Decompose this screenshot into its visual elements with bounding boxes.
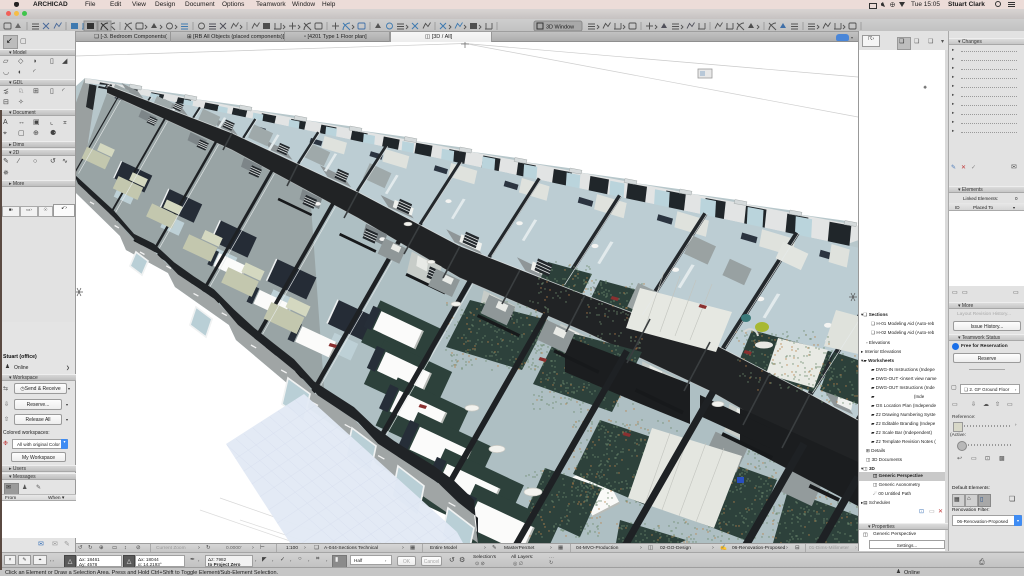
svg-text:3D Window: 3D Window xyxy=(546,25,574,31)
